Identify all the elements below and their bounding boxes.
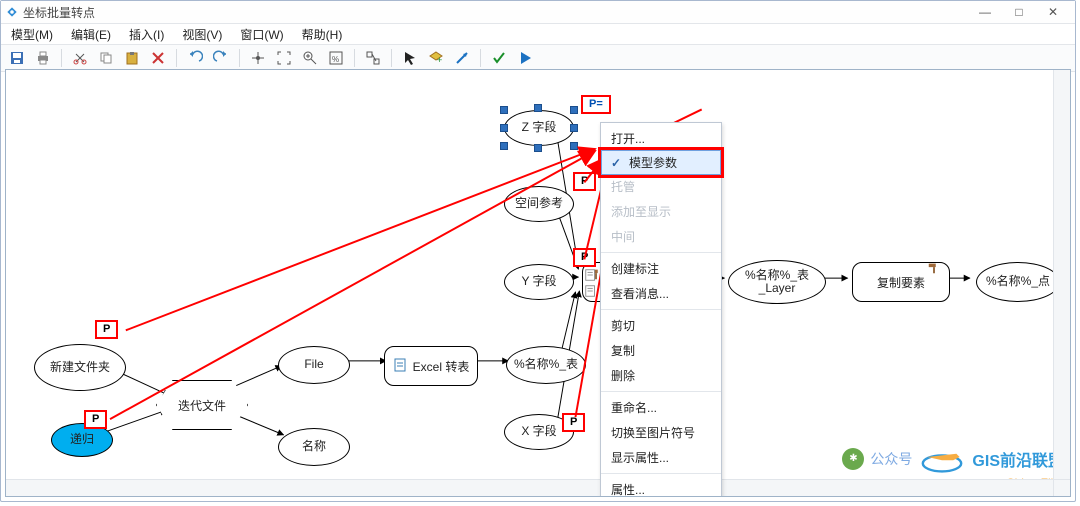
selection-handle[interactable] xyxy=(534,104,542,112)
window-title: 坐标批量转点 xyxy=(23,4,95,21)
window-controls: — □ ✕ xyxy=(971,3,1071,21)
node-spatial-ref[interactable]: 空间参考 xyxy=(504,186,574,222)
delete-icon[interactable] xyxy=(148,48,168,68)
canvas-inner: 新建文件夹 递归 迭代文件 File 名称 Excel 转表 %名称%_表 Z … xyxy=(6,70,1070,496)
ctx-switch-symbol[interactable]: 切换至图片符号 xyxy=(601,420,721,445)
titlebar: 坐标批量转点 — □ ✕ xyxy=(1,1,1075,24)
print-icon[interactable] xyxy=(33,48,53,68)
ctx-hosted: 托管 xyxy=(601,174,721,199)
undo-icon[interactable] xyxy=(185,48,205,68)
close-button[interactable]: ✕ xyxy=(1039,3,1067,21)
p-badge: P xyxy=(562,413,585,432)
ctx-open[interactable]: 打开... xyxy=(601,126,721,151)
node-y-field[interactable]: Y 字段 xyxy=(504,264,574,300)
zoom-in-icon[interactable] xyxy=(300,48,320,68)
ctx-delete[interactable]: 删除 xyxy=(601,363,721,388)
app-icon xyxy=(5,5,19,19)
ctx-add-to-display: 添加至显示 xyxy=(601,199,721,224)
auto-layout-icon[interactable] xyxy=(363,48,383,68)
zoom-actual-icon[interactable]: % xyxy=(326,48,346,68)
hammer-icon xyxy=(927,261,941,278)
ctx-cut[interactable]: 剪切 xyxy=(601,313,721,338)
menubar: 模型(M) 编辑(E) 插入(I) 视图(V) 窗口(W) 帮助(H) xyxy=(1,24,1075,45)
plane-icon xyxy=(918,439,966,478)
scrollbar-corner xyxy=(1053,479,1070,496)
selection-handle[interactable] xyxy=(570,142,578,150)
menu-insert[interactable]: 插入(I) xyxy=(125,25,168,44)
ctx-intermediate: 中间 xyxy=(601,224,721,249)
menu-window[interactable]: 窗口(W) xyxy=(236,25,287,44)
wechat-icon: ✱ xyxy=(842,448,864,470)
selection-handle[interactable] xyxy=(534,144,542,152)
node-file[interactable]: File xyxy=(278,346,350,384)
scrollbar-horizontal[interactable] xyxy=(6,479,1054,496)
selection-handle[interactable] xyxy=(500,142,508,150)
app-window: 坐标批量转点 — □ ✕ 模型(M) 编辑(E) 插入(I) 视图(V) 窗口(… xyxy=(0,0,1076,502)
p-badge: P xyxy=(84,410,107,429)
selection-handle[interactable] xyxy=(570,124,578,132)
model-canvas[interactable]: 新建文件夹 递归 迭代文件 File 名称 Excel 转表 %名称%_表 Z … xyxy=(5,69,1071,497)
svg-text:+: + xyxy=(437,55,442,65)
tool-copy-features[interactable]: 复制要素 xyxy=(852,262,950,302)
ctx-view-messages[interactable]: 查看消息... xyxy=(601,281,721,306)
cut-icon[interactable] xyxy=(70,48,90,68)
run-icon[interactable] xyxy=(515,48,535,68)
maximize-button[interactable]: □ xyxy=(1005,3,1033,21)
p-badge: P xyxy=(95,320,118,339)
scrollbar-vertical[interactable] xyxy=(1053,70,1070,480)
script-icon xyxy=(393,357,409,376)
ctx-copy[interactable]: 复制 xyxy=(601,338,721,363)
full-extent-icon[interactable] xyxy=(274,48,294,68)
tool-excel-to-table[interactable]: Excel 转表 xyxy=(384,346,478,386)
ctx-model-parameter[interactable]: ✓ 模型参数 xyxy=(601,150,721,175)
p-badge: P xyxy=(573,248,596,267)
menu-edit[interactable]: 编辑(E) xyxy=(67,25,115,44)
pan-icon[interactable] xyxy=(248,48,268,68)
node-name[interactable]: 名称 xyxy=(278,428,350,466)
check-icon: ✓ xyxy=(611,156,623,170)
toolbar: % + xyxy=(1,45,1075,72)
node-new-folder[interactable]: 新建文件夹 xyxy=(34,344,126,391)
menu-help[interactable]: 帮助(H) xyxy=(298,25,347,44)
node-points-output[interactable]: %名称%_点 xyxy=(976,262,1060,302)
connect-tool-icon[interactable] xyxy=(452,48,472,68)
ctx-properties[interactable]: 属性... xyxy=(601,477,721,497)
menu-view[interactable]: 视图(V) xyxy=(178,25,226,44)
ctx-create-label[interactable]: 创建标注 xyxy=(601,256,721,281)
ctx-show-props[interactable]: 显示属性... xyxy=(601,445,721,470)
redo-icon[interactable] xyxy=(211,48,231,68)
menu-model[interactable]: 模型(M) xyxy=(7,25,57,44)
svg-text:%: % xyxy=(332,55,339,64)
selection-handle[interactable] xyxy=(500,124,508,132)
context-menu: 打开... ✓ 模型参数 托管 添加至显示 中间 创建标注 查看消息... 剪切… xyxy=(600,122,722,497)
node-z-field[interactable]: Z 字段 xyxy=(504,110,574,146)
clip-icon xyxy=(584,268,598,285)
copy-icon[interactable] xyxy=(96,48,116,68)
select-tool-icon[interactable] xyxy=(400,48,420,68)
ctx-rename[interactable]: 重命名... xyxy=(601,395,721,420)
node-layer-output[interactable]: %名称%_表 _Layer xyxy=(728,260,826,304)
minimize-button[interactable]: — xyxy=(971,3,999,21)
add-data-icon[interactable]: + xyxy=(426,48,446,68)
validate-icon[interactable] xyxy=(489,48,509,68)
p-badge-selected: P= xyxy=(581,95,611,114)
node-iterate-files[interactable]: 迭代文件 xyxy=(156,380,248,430)
clip-icon xyxy=(584,284,598,301)
selection-handle[interactable] xyxy=(570,106,578,114)
selection-handle[interactable] xyxy=(500,106,508,114)
save-icon[interactable] xyxy=(7,48,27,68)
p-badge: P xyxy=(573,172,596,191)
paste-icon[interactable] xyxy=(122,48,142,68)
node-table-output[interactable]: %名称%_表 xyxy=(506,346,586,384)
